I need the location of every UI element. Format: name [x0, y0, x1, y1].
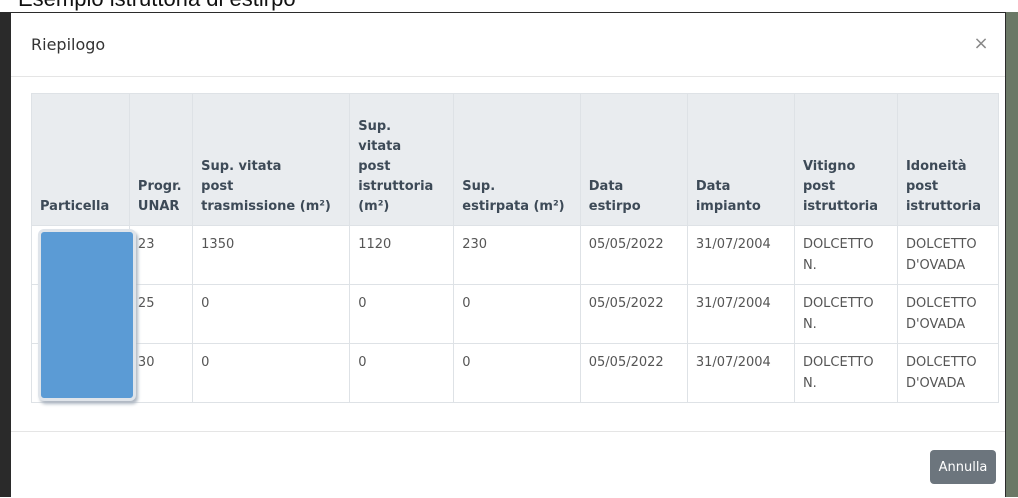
- close-icon[interactable]: ×: [971, 33, 991, 55]
- header-line: estirpata (m²): [462, 199, 565, 214]
- cell-data-impianto: 31/07/2004: [686, 343, 795, 403]
- cell-vitigno: DOLCETTO N.: [793, 343, 898, 403]
- column-header: Vitigno post istruttoria: [793, 93, 898, 226]
- header-line: impianto: [695, 199, 761, 214]
- table-row: 23 1350 1120 230 05/05/2022 31/07/2004 DOLCETT…: [31, 225, 1000, 285]
- cell-line: DOLCETTO: [905, 296, 977, 311]
- cell-line: DOLCETTO: [802, 355, 874, 370]
- cell-sup-estirpata: 0: [453, 343, 581, 403]
- riepilogo-table: Particella Progr. UNAR Sup. vitata post trasm…: [31, 93, 1000, 403]
- header-line: post: [358, 159, 391, 174]
- header-line: post: [201, 179, 234, 194]
- modal-footer: Annulla: [11, 432, 1005, 498]
- cell-data-estirpo: 05/05/2022: [579, 343, 688, 403]
- cell-line: DOLCETTO: [905, 355, 977, 370]
- header-line: istruttoria: [802, 199, 879, 214]
- annulla-button[interactable]: Annulla: [930, 450, 996, 484]
- column-header: Particella: [31, 93, 130, 226]
- column-header: Sup. vitata post trasmissione (m²): [192, 93, 351, 226]
- table-row: 25 0 0 0 05/05/2022 31/07/2004 DOLCETTO N. DOLCE…: [31, 284, 1000, 344]
- header-line: Vitigno: [802, 159, 856, 174]
- table-row: 30 0 0 0 05/05/2022 31/07/2004 DOLCETTO N. DOLCE…: [31, 343, 1000, 403]
- header-line: post: [905, 179, 939, 194]
- column-header: Data impianto: [686, 93, 795, 226]
- header-line: Sup. vitata: [201, 159, 282, 174]
- column-header: Sup. vitata post istruttoria (m²): [349, 93, 455, 226]
- header-line: istruttoria: [358, 179, 434, 194]
- header-line: UNAR: [137, 199, 180, 214]
- column-header: Idoneità post istruttoria: [896, 93, 1000, 226]
- cell-sup-estirpata: 230: [453, 225, 581, 285]
- backdrop-right: [1004, 0, 1018, 497]
- cell-line: N.: [802, 258, 817, 273]
- header-line: Data: [695, 179, 731, 194]
- redacted-particella-block: [38, 229, 136, 401]
- header-line: estirpo: [588, 199, 641, 214]
- cell-data-estirpo: 05/05/2022: [579, 225, 688, 285]
- cell-line: D'OVADA: [905, 376, 966, 391]
- modal-header: Riepilogo ×: [11, 13, 1005, 77]
- cell-data-impianto: 31/07/2004: [686, 225, 795, 285]
- header-line: Sup.: [358, 119, 392, 134]
- header-line: Particella: [40, 199, 110, 214]
- cell-progr-unar: 23: [128, 225, 194, 285]
- modal-title: Riepilogo: [31, 35, 106, 54]
- cell-progr-unar: 30: [128, 343, 194, 403]
- cell-idoneita: DOLCETTO D'OVADA: [896, 225, 1000, 285]
- cell-vitigno: DOLCETTO N.: [793, 225, 898, 285]
- cell-data-impianto: 31/07/2004: [686, 284, 795, 344]
- column-header: Progr. UNAR: [128, 93, 194, 226]
- modal-body: Particella Progr. UNAR Sup. vitata post trasm…: [11, 77, 1005, 432]
- cell-line: D'OVADA: [905, 317, 966, 332]
- cell-line: N.: [802, 317, 817, 332]
- header-line: (m²): [358, 199, 390, 214]
- header-line: trasmissione (m²): [201, 199, 331, 214]
- cell-sup-trasmissione: 0: [192, 284, 351, 344]
- header-line: Sup.: [462, 179, 496, 194]
- cell-line: D'OVADA: [905, 258, 966, 273]
- header-line: istruttoria: [905, 199, 982, 214]
- cell-sup-trasmissione: 0: [192, 343, 351, 403]
- header-line: Progr.: [137, 179, 182, 194]
- riepilogo-modal: Riepilogo × Particella Progr. UNAR Sup. vit…: [10, 12, 1006, 497]
- cell-data-estirpo: 05/05/2022: [579, 284, 688, 344]
- cell-idoneita: DOLCETTO D'OVADA: [896, 343, 1000, 403]
- cell-sup-trasmissione: 1350: [192, 225, 351, 285]
- cell-line: N.: [802, 376, 817, 391]
- cell-sup-istruttoria: 0: [349, 343, 455, 403]
- cell-sup-istruttoria: 0: [349, 284, 455, 344]
- header-line: post: [802, 179, 836, 194]
- table-body: 23 1350 1120 230 05/05/2022 31/07/2004 DOLCETT…: [31, 225, 1000, 403]
- header-line: Idoneità: [905, 159, 967, 174]
- cell-sup-estirpata: 0: [453, 284, 581, 344]
- cell-line: DOLCETTO: [802, 296, 874, 311]
- cell-line: DOLCETTO: [802, 237, 874, 252]
- header-line: Data: [588, 179, 624, 194]
- cell-sup-istruttoria: 1120: [349, 225, 455, 285]
- page-caption: Esempio istruttoria di estirpo: [18, 0, 296, 12]
- cell-vitigno: DOLCETTO N.: [793, 284, 898, 344]
- cell-progr-unar: 25: [128, 284, 194, 344]
- column-header: Sup. estirpata (m²): [453, 93, 581, 226]
- table-header-row: Particella Progr. UNAR Sup. vitata post trasm…: [31, 93, 1000, 226]
- cell-idoneita: DOLCETTO D'OVADA: [896, 284, 1000, 344]
- column-header: Data estirpo: [579, 93, 688, 226]
- header-line: vitata: [358, 139, 402, 154]
- cell-line: DOLCETTO: [905, 237, 977, 252]
